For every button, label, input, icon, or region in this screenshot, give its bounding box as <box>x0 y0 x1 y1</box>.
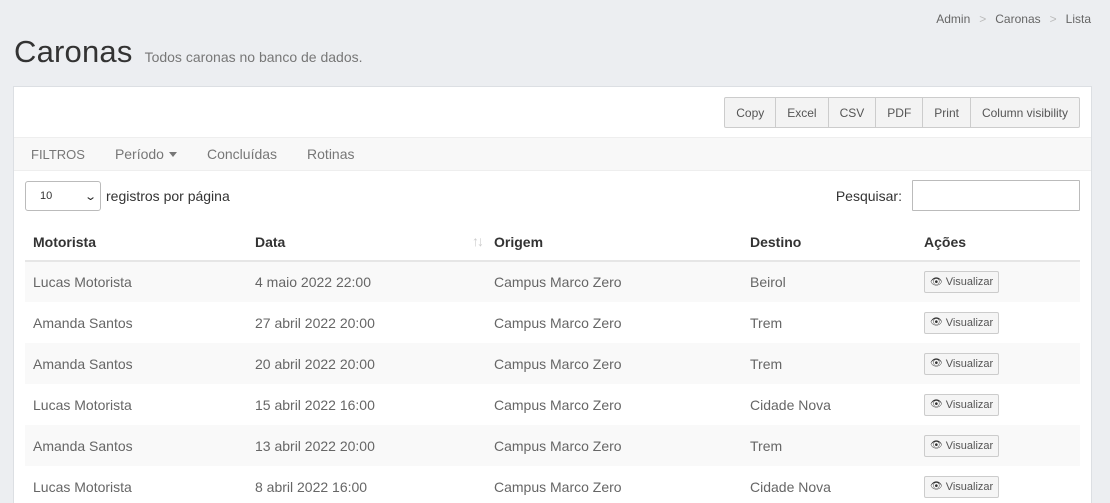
breadcrumb-lista: Lista <box>1065 12 1091 26</box>
visualizar-label: Visualizar <box>945 316 994 329</box>
breadcrumb-admin[interactable]: Admin <box>936 12 970 26</box>
page-subtitle: Todos caronas no banco de dados. <box>144 49 363 65</box>
motorista-cell: Lucas Motorista <box>25 261 247 302</box>
data-cell: 4 maio 2022 22:00 <box>247 261 486 302</box>
column-header-origem[interactable]: Origem <box>486 224 742 262</box>
filter-bar: FILTROS Período Concluídas Rotinas <box>14 137 1091 171</box>
page-length-control: 10 ⌄ registros por página <box>25 181 230 211</box>
destino-cell: Cidade Nova <box>750 478 831 495</box>
destino-cell: Cidade Nova <box>750 396 831 413</box>
column-header-motorista[interactable]: Motorista <box>25 224 247 262</box>
data-cell: 8 abril 2022 16:00 <box>255 478 368 495</box>
sort-icon: ↑↓ <box>472 233 484 249</box>
motorista-cell: Lucas Motorista <box>33 478 132 495</box>
breadcrumb: Admin > Caronas > Lista <box>936 12 1091 26</box>
search-control: Pesquisar: <box>836 180 1080 211</box>
column-visibility-button[interactable]: Column visibility <box>970 97 1080 128</box>
caronas-table: Motorista Data ↑↓ Origem Destino Ações L… <box>25 224 1080 503</box>
search-input[interactable] <box>912 180 1080 211</box>
column-header-acoes: Ações <box>916 224 1080 262</box>
acoes-cell: 👁 Visualizar <box>916 466 1080 503</box>
page-length-label: registros por página <box>106 188 230 204</box>
caret-down-icon <box>168 151 177 157</box>
data-cell: 20 abril 2022 20:00 <box>247 343 486 384</box>
eye-icon: 👁 <box>930 481 943 492</box>
origem-cell: Campus Marco Zero <box>494 478 622 495</box>
rotinas-filter[interactable]: Rotinas <box>292 137 369 171</box>
visualizar-label: Visualizar <box>945 439 994 452</box>
origem-cell: Campus Marco Zero <box>494 314 622 331</box>
eye-icon: 👁 <box>930 358 943 369</box>
acoes-cell: 👁 Visualizar <box>916 302 1080 343</box>
column-header-data[interactable]: Data ↑↓ <box>247 224 486 262</box>
table-row: Lucas Motorista 15 abril 2022 16:00 Camp… <box>25 384 1080 425</box>
excel-button[interactable]: Excel <box>776 97 829 128</box>
acoes-cell: 👁 Visualizar <box>916 384 1080 425</box>
destino-cell: Trem <box>742 343 916 384</box>
motorista-cell: Amanda Santos <box>33 314 133 331</box>
copy-button[interactable]: Copy <box>724 97 777 128</box>
visualizar-label: Visualizar <box>945 357 994 370</box>
breadcrumb-separator: > <box>1049 12 1057 26</box>
acoes-cell: 👁 Visualizar <box>916 261 1080 302</box>
visualizar-label: Visualizar <box>945 398 994 411</box>
visualizar-button[interactable]: 👁 Visualizar <box>924 434 1000 457</box>
column-header-destino[interactable]: Destino <box>742 224 916 262</box>
breadcrumb-separator: > <box>979 12 987 26</box>
motorista-cell: Amanda Santos <box>25 343 247 384</box>
data-cell: 13 abril 2022 20:00 <box>247 425 486 466</box>
csv-button[interactable]: CSV <box>828 97 877 128</box>
acoes-cell: 👁 Visualizar <box>916 343 1080 384</box>
eye-icon: 👁 <box>930 276 943 288</box>
data-cell: 15 abril 2022 16:00 <box>255 396 375 413</box>
destino-cell: Trem <box>742 425 916 466</box>
eye-icon: 👁 <box>930 317 943 328</box>
print-button[interactable]: Print <box>923 97 971 128</box>
origem-cell: Campus Marco Zero <box>486 425 742 466</box>
data-cell: 27 abril 2022 20:00 <box>255 314 375 331</box>
destino-cell: Trem <box>750 314 783 331</box>
visualizar-button[interactable]: 👁 Visualizar <box>924 393 1000 416</box>
eye-icon: 👁 <box>930 440 943 451</box>
page-length-select[interactable]: 10 ⌄ <box>25 181 101 211</box>
breadcrumb-caronas[interactable]: Caronas <box>995 12 1040 26</box>
acoes-cell: 👁 Visualizar <box>916 425 1080 466</box>
concluidas-filter[interactable]: Concluídas <box>192 137 292 171</box>
column-header-data-label: Data <box>255 234 286 250</box>
visualizar-button[interactable]: 👁 Visualizar <box>924 271 1000 293</box>
visualizar-label: Visualizar <box>945 480 994 493</box>
visualizar-button[interactable]: 👁 Visualizar <box>924 475 1000 498</box>
motorista-cell: Lucas Motorista <box>33 396 132 413</box>
periodo-label: Período <box>114 146 164 162</box>
eye-icon: 👁 <box>930 399 943 410</box>
page-length-value: 10 <box>40 190 53 202</box>
table-row: Lucas Motorista 8 abril 2022 16:00 Campu… <box>25 466 1080 503</box>
origem-cell: Campus Marco Zero <box>486 343 742 384</box>
page-header: Caronas Todos caronas no banco de dados. <box>14 34 363 70</box>
visualizar-button[interactable]: 👁 Visualizar <box>924 352 1000 375</box>
page-title: Caronas <box>14 34 133 69</box>
table-card: Copy Excel CSV PDF Print Column visibili… <box>13 86 1092 503</box>
pdf-button[interactable]: PDF <box>876 97 924 128</box>
table-row: Amanda Santos 27 abril 2022 20:00 Campus… <box>25 302 1080 343</box>
periodo-dropdown[interactable]: Período <box>100 137 192 171</box>
motorista-cell: Amanda Santos <box>25 425 247 466</box>
table-row: Amanda Santos 13 abril 2022 20:00 Campus… <box>25 425 1080 466</box>
origem-cell: Campus Marco Zero <box>494 396 622 413</box>
visualizar-label: Visualizar <box>945 276 994 288</box>
destino-cell: Beirol <box>742 261 916 302</box>
table-row: Lucas Motorista 4 maio 2022 22:00 Campus… <box>25 261 1080 302</box>
search-label: Pesquisar: <box>835 187 902 204</box>
export-button-group: Copy Excel CSV PDF Print Column visibili… <box>724 97 1080 128</box>
table-row: Amanda Santos 20 abril 2022 20:00 Campus… <box>25 343 1080 384</box>
visualizar-button[interactable]: 👁 Visualizar <box>924 311 1000 334</box>
table-header-row: Motorista Data ↑↓ Origem Destino Ações <box>25 224 1080 262</box>
origem-cell: Campus Marco Zero <box>486 261 742 302</box>
filters-label: FILTROS <box>31 146 85 162</box>
chevron-down-icon: ⌄ <box>83 190 97 203</box>
